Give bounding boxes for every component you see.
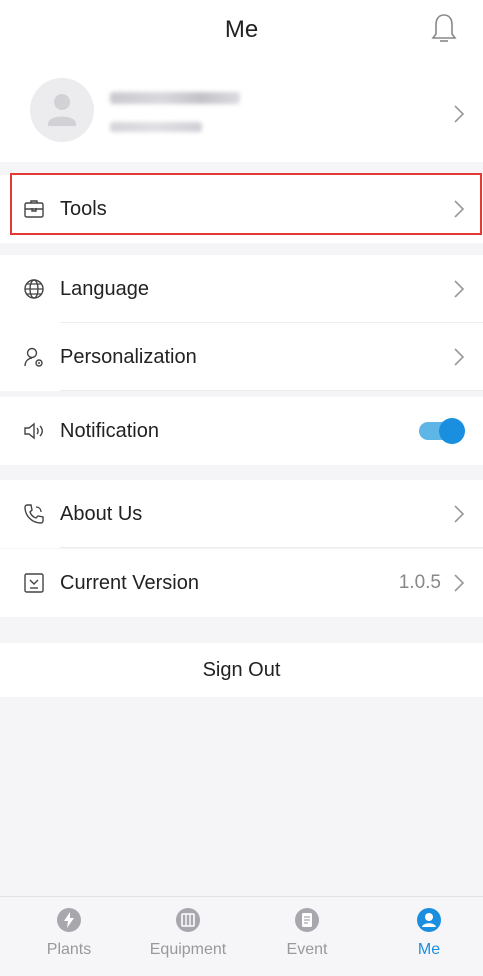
profile-name: 1556671889	[110, 92, 240, 104]
chevron-right-icon	[454, 280, 465, 298]
tab-label: Me	[417, 941, 441, 958]
tab-plants[interactable]: Plants	[19, 907, 119, 959]
menu-label-about: About Us	[60, 503, 143, 525]
download-box-icon	[24, 573, 44, 593]
page-title: Me	[224, 16, 259, 43]
menu-item-version[interactable]: Current Version 1.0.5	[0, 549, 483, 617]
menu-label-version: Current Version	[60, 572, 199, 594]
divider	[60, 547, 483, 548]
speaker-icon	[24, 422, 43, 440]
avatar	[30, 78, 94, 142]
bottom-tab-bar: Plants Equipment Event Me	[0, 896, 483, 976]
tab-equipment[interactable]: Equipment	[138, 907, 238, 959]
tab-label: Event	[286, 941, 328, 958]
event-icon	[295, 908, 319, 932]
avatar-placeholder-icon	[48, 94, 76, 126]
toggle-knob	[439, 418, 465, 444]
tab-label: Plants	[46, 941, 92, 958]
tab-me[interactable]: Me	[379, 907, 479, 959]
menu-label-notification: Notification	[60, 420, 159, 442]
menu-item-personalization[interactable]: Personalization	[0, 323, 483, 391]
user-icon	[417, 908, 441, 932]
tab-label: Equipment	[149, 941, 227, 958]
chevron-right-icon	[454, 348, 465, 366]
chevron-right-icon	[454, 105, 465, 123]
bolt-icon	[57, 908, 81, 932]
phone-icon	[24, 504, 44, 524]
equipment-icon	[176, 908, 200, 932]
profile-subtitle: 13557168	[110, 122, 202, 132]
divider	[60, 390, 483, 391]
version-value: 1.0.5	[398, 572, 441, 593]
menu-label-language: Language	[60, 278, 149, 300]
chevron-right-icon	[454, 574, 465, 592]
globe-icon	[24, 279, 44, 299]
menu-item-notification: Notification	[0, 397, 483, 465]
menu-label-personalization: Personalization	[60, 346, 197, 368]
profile-row[interactable]: 1556671889 13557168	[0, 70, 483, 162]
chevron-right-icon	[454, 505, 465, 523]
highlight-box	[10, 173, 482, 235]
notification-toggle[interactable]	[419, 418, 465, 444]
sign-out-button[interactable]: Sign Out	[0, 643, 483, 697]
menu-item-about[interactable]: About Us	[0, 480, 483, 548]
bell-icon[interactable]	[429, 12, 459, 44]
header: Me	[0, 0, 483, 70]
tab-event[interactable]: Event	[257, 907, 357, 959]
menu-item-language[interactable]: Language	[0, 255, 483, 323]
user-settings-icon	[24, 347, 43, 367]
